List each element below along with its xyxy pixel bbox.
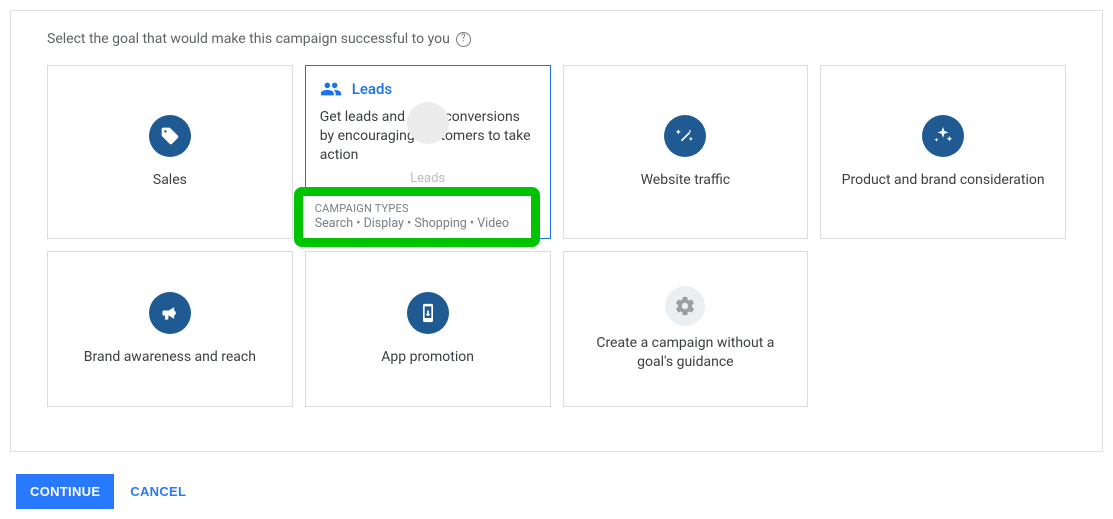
goal-label: Create a campaign without a goal's guida…	[564, 334, 808, 372]
campaign-types-heading: CAMPAIGN TYPES	[315, 202, 523, 215]
phone-download-icon	[407, 292, 449, 334]
goal-card-no-goal[interactable]: Create a campaign without a goal's guida…	[563, 251, 809, 407]
goal-label: Website traffic	[625, 171, 747, 190]
empty-cell	[820, 251, 1066, 407]
people-icon	[320, 78, 342, 100]
leads-header: Leads	[320, 78, 536, 100]
goal-card-app-promotion[interactable]: App promotion	[305, 251, 551, 407]
goal-label: Sales	[137, 171, 203, 190]
wand-icon	[664, 115, 706, 157]
goal-card-brand-awareness[interactable]: Brand awareness and reach	[47, 251, 293, 407]
goal-label: App promotion	[365, 348, 490, 367]
goal-grid-row2: Brand awareness and reach App promotion …	[47, 251, 1066, 407]
goal-grid: Sales Leads Get leads and other conversi…	[47, 65, 1066, 239]
campaign-types-highlight: CAMPAIGN TYPES Search • Display • Shoppi…	[294, 187, 540, 247]
tag-icon	[149, 115, 191, 157]
cancel-button[interactable]: CANCEL	[130, 484, 186, 499]
panel-heading: Select the goal that would make this cam…	[47, 31, 450, 47]
help-icon[interactable]: ?	[456, 32, 471, 47]
continue-button[interactable]: CONTINUE	[16, 474, 114, 509]
megaphone-icon	[149, 292, 191, 334]
goal-panel: Select the goal that would make this cam…	[10, 10, 1103, 452]
leads-title: Leads	[352, 80, 392, 98]
campaign-types-list: Search • Display • Shopping • Video	[315, 216, 523, 231]
goal-label: Product and brand consideration	[826, 171, 1061, 190]
goal-label: Brand awareness and reach	[68, 348, 272, 367]
goal-card-sales[interactable]: Sales	[47, 65, 293, 239]
leads-ghost-label: Leads	[320, 171, 536, 186]
goal-card-leads[interactable]: Leads Get leads and other conversions by…	[305, 65, 551, 239]
goal-card-product-brand[interactable]: Product and brand consideration	[820, 65, 1066, 239]
ghost-icon	[407, 102, 449, 144]
action-bar: CONTINUE CANCEL	[10, 474, 1103, 509]
sparkle-icon	[922, 115, 964, 157]
heading-row: Select the goal that would make this cam…	[47, 31, 1066, 47]
goal-card-website-traffic[interactable]: Website traffic	[563, 65, 809, 239]
gear-icon	[665, 286, 705, 326]
